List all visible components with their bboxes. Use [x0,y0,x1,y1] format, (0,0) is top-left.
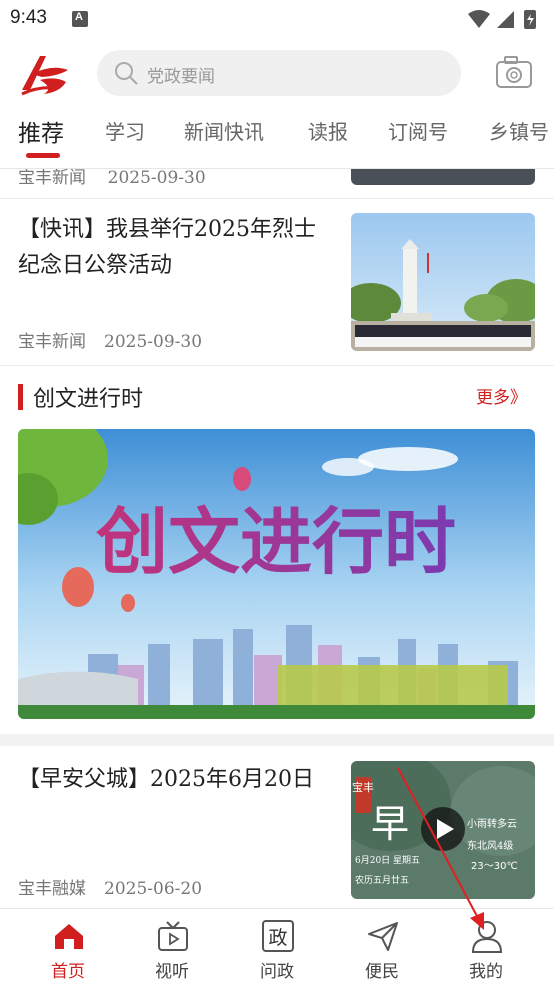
nav-label: 便民 [365,962,399,982]
news-thumbnail [351,169,535,185]
notification-icon [72,11,88,27]
video-temp: 23～30℃ [471,861,518,872]
camera-icon[interactable] [495,54,533,90]
news-source: 宝丰新闻 [18,332,86,352]
search-icon [115,62,138,85]
divider [0,365,554,366]
person-icon [471,921,503,953]
video-thumbnail: 宝丰 早 小雨转多云 东北风4级 23～30℃ 6月20日 星期五 农历五月廿五 [351,761,535,899]
nav-av[interactable]: 视听 [132,917,212,982]
status-icons [468,10,536,29]
tab-news-flash[interactable]: 新闻快讯 [184,116,264,145]
search-input[interactable]: 党政要闻 [97,50,461,96]
video-date: 6月20日 星期五 [355,855,420,866]
news-date: 2025-09-30 [104,332,203,352]
app-logo[interactable] [18,50,72,98]
news-source: 宝丰新闻 [18,169,86,188]
politics-icon: 政 [262,920,294,952]
status-bar: 9:43 [0,0,554,38]
video-brand: 宝丰 [352,780,374,794]
nav-politics[interactable]: 政 问政 [237,917,317,982]
video-headline: 早 [371,802,409,846]
campaign-banner[interactable]: 创文进行时 [18,429,535,719]
banner-title: 创文进行时 [96,499,456,584]
tab-townships[interactable]: 乡镇号 [489,116,549,145]
video-weather-line1: 小雨转多云 [467,817,517,830]
tv-icon [158,921,188,951]
tab-recommend[interactable]: 推荐 [18,114,64,148]
home-icon [55,924,83,949]
signal-icon [497,11,514,28]
tab-subscriptions[interactable]: 订阅号 [388,116,448,145]
status-time: 9:43 [10,7,47,28]
nav-services[interactable]: 便民 [342,917,422,982]
section-accent-bar [18,384,23,410]
list-item[interactable]: 【快讯】我县举行2025年烈士纪念日公祭活动 宝丰新闻 2025-09-30 [0,199,554,365]
nav-label: 问政 [260,962,294,982]
nav-home[interactable]: 首页 [28,917,108,982]
search-placeholder: 党政要闻 [147,67,215,87]
nav-label: 视听 [155,962,189,982]
news-meta: 宝丰新闻 2025-09-30 [18,169,206,188]
channel-tabs: 推荐 学习 新闻快讯 读报 订阅号 乡镇号 [0,112,554,168]
news-date: 2025-09-30 [107,169,206,188]
app-header: 党政要闻 [0,38,554,112]
news-thumbnail [351,213,535,351]
news-title: 【快讯】我县举行2025年烈士纪念日公祭活动 [18,217,316,278]
politics-glyph: 政 [268,927,287,949]
bottom-nav: 首页 视听 政 问政 便民 我的 [0,908,554,984]
news-meta: 宝丰融媒 2025-06-20 [18,874,220,899]
tab-indicator [26,153,60,158]
nav-label: 我的 [469,962,503,982]
more-link[interactable]: 更多》 [476,383,527,408]
section-header: 创文进行时 更多》 [0,378,554,418]
list-item-partial[interactable]: 宝丰新闻 2025-09-30 [0,169,554,199]
section-gap [0,734,554,746]
news-meta: 宝丰新闻 2025-09-30 [18,327,220,352]
tab-newspaper[interactable]: 读报 [308,116,348,145]
tab-study[interactable]: 学习 [105,116,145,145]
nav-mine[interactable]: 我的 [446,917,526,982]
list-item[interactable]: 【早安父城】2025年6月20日 宝丰融媒 2025-06-20 宝丰 早 小雨转… [0,746,554,908]
video-lunar-date: 农历五月廿五 [355,874,409,886]
news-source: 宝丰融媒 [18,879,86,899]
video-weather-line2: 东北风4级 [467,839,513,852]
section-title: 创文进行时 [33,387,144,412]
wifi-icon [468,10,490,28]
news-date: 2025-06-20 [104,879,203,899]
nav-label: 首页 [51,962,85,982]
news-title: 【早安父城】2025年6月20日 [18,767,314,792]
paper-plane-icon [368,922,398,951]
